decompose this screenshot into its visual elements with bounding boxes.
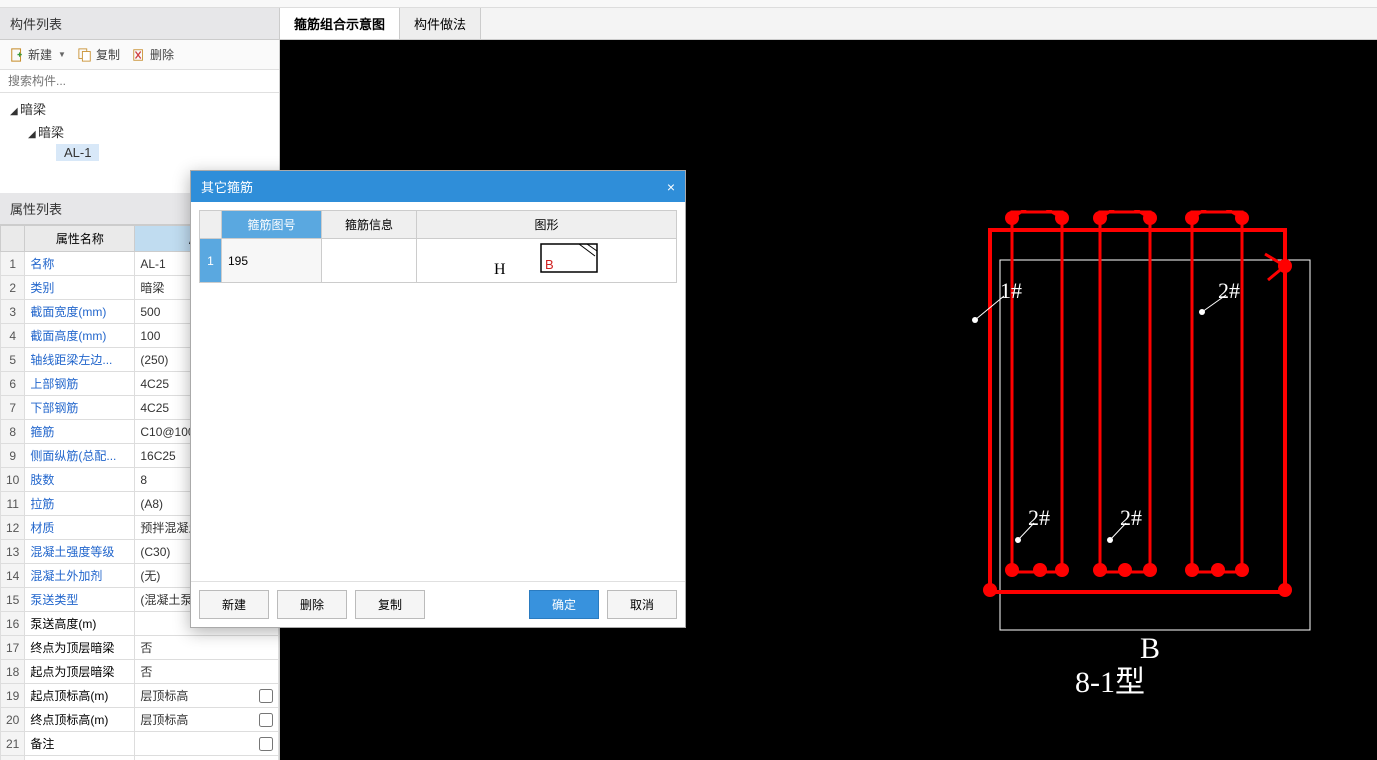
svg-text:2#: 2# bbox=[1120, 505, 1142, 530]
shape-cell[interactable]: H B bbox=[417, 239, 677, 283]
tree-leaf[interactable]: AL-1 bbox=[4, 143, 275, 162]
new-icon bbox=[10, 48, 24, 62]
ribbon-placeholder bbox=[0, 0, 1377, 8]
rebar-section-diagram: 1# 2# 2# 2# B 8-1型 bbox=[970, 210, 1350, 730]
prop-row[interactable]: 20终点顶标高(m)层顶标高 bbox=[1, 708, 279, 732]
prop-row[interactable]: 19起点顶标高(m)层顶标高 bbox=[1, 684, 279, 708]
svg-text:8-1型: 8-1型 bbox=[1075, 666, 1145, 699]
svg-text:B: B bbox=[1140, 632, 1160, 665]
delete-button[interactable]: 删除 bbox=[132, 46, 174, 63]
new-button[interactable]: 新建 ▼ bbox=[10, 46, 66, 63]
prop-row[interactable]: 22−钢筋业务属性 bbox=[1, 756, 279, 760]
prop-row[interactable]: 18起点为顶层暗梁否 bbox=[1, 660, 279, 684]
delete-icon bbox=[132, 48, 146, 62]
stirrup-info-cell[interactable] bbox=[322, 239, 417, 283]
tab-stirrup-diagram[interactable]: 箍筋组合示意图 bbox=[280, 8, 400, 39]
dialog-new-button[interactable]: 新建 bbox=[199, 590, 269, 619]
shape-header[interactable]: 图形 bbox=[417, 211, 677, 239]
dialog-title-text: 其它箍筋 bbox=[201, 177, 253, 196]
prop-checkbox[interactable] bbox=[259, 713, 273, 727]
svg-text:1#: 1# bbox=[1000, 278, 1022, 303]
search-input[interactable] bbox=[0, 70, 279, 93]
close-icon[interactable]: × bbox=[667, 179, 675, 195]
components-panel-title: 构件列表 bbox=[0, 8, 279, 40]
prop-name-header: 属性名称 bbox=[25, 226, 135, 252]
tab-component-method[interactable]: 构件做法 bbox=[400, 8, 481, 39]
svg-text:2#: 2# bbox=[1028, 505, 1050, 530]
stirrup-info-header[interactable]: 箍筋信息 bbox=[322, 211, 417, 239]
prop-checkbox[interactable] bbox=[259, 737, 273, 751]
other-stirrup-dialog: 其它箍筋 × 箍筋图号 箍筋信息 图形 1 195 H bbox=[190, 170, 686, 628]
dropdown-icon: ▼ bbox=[58, 50, 66, 59]
copy-icon bbox=[78, 48, 92, 62]
row-number[interactable]: 1 bbox=[200, 239, 222, 283]
tree-root[interactable]: ◢暗梁 bbox=[4, 97, 275, 120]
dialog-copy-button[interactable]: 复制 bbox=[355, 590, 425, 619]
tree-child[interactable]: ◢暗梁 bbox=[4, 120, 275, 143]
svg-text:B: B bbox=[545, 257, 554, 272]
stirrup-code-cell[interactable]: 195 bbox=[222, 239, 322, 283]
dialog-delete-button[interactable]: 删除 bbox=[277, 590, 347, 619]
prop-row[interactable]: 21备注 bbox=[1, 732, 279, 756]
dialog-ok-button[interactable]: 确定 bbox=[529, 590, 599, 619]
dialog-cancel-button[interactable]: 取消 bbox=[607, 590, 677, 619]
svg-text:2#: 2# bbox=[1218, 278, 1240, 303]
stirrup-code-header[interactable]: 箍筋图号 bbox=[222, 211, 322, 239]
prop-checkbox[interactable] bbox=[259, 689, 273, 703]
copy-button[interactable]: 复制 bbox=[78, 46, 120, 63]
prop-row[interactable]: 17终点为顶层暗梁否 bbox=[1, 636, 279, 660]
